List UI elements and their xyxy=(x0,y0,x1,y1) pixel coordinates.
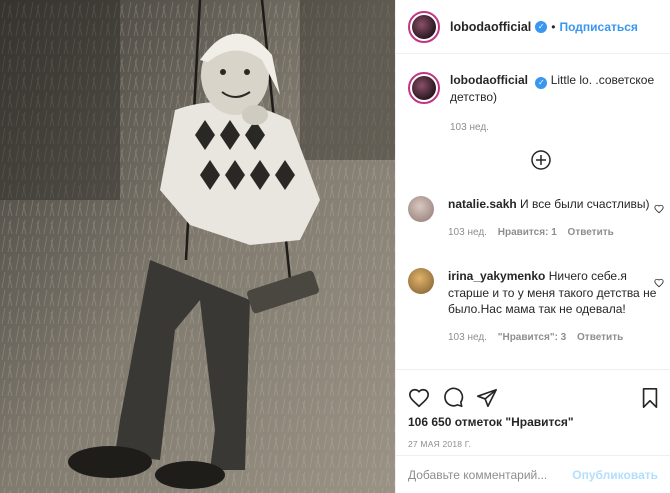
post-panel: lobodaofficial ✓ • Подписаться lobodaoff… xyxy=(395,0,670,493)
post-photo[interactable] xyxy=(0,0,395,493)
reply-button[interactable]: Ответить xyxy=(568,227,614,238)
comment-meta: 103 нед. "Нравится": 3 Ответить xyxy=(448,330,658,347)
post-caption: lobodaofficial ✓ Little lo. .советское д… xyxy=(396,54,670,136)
comment-meta: 103 нед. Нравится: 1 Ответить xyxy=(448,225,650,242)
verified-badge-icon: ✓ xyxy=(535,77,548,89)
comment-likes[interactable]: "Нравится": 3 xyxy=(498,332,567,343)
comment-icon[interactable] xyxy=(442,387,464,409)
author-username[interactable]: lobodaofficial xyxy=(450,20,531,34)
caption-body: lobodaofficial ✓ Little lo. .советское д… xyxy=(450,72,658,136)
comment-heart-icon[interactable] xyxy=(654,278,664,288)
post-photo-image xyxy=(0,0,395,493)
publish-button[interactable]: Опубликовать xyxy=(572,468,658,482)
caption-time[interactable]: 103 нед. xyxy=(450,120,658,136)
comment-heart-icon[interactable] xyxy=(654,204,664,214)
comment-item: irina_yakymenko Ничего себе.я старше и т… xyxy=(408,268,658,346)
comment-likes[interactable]: Нравится: 1 xyxy=(498,227,557,238)
instagram-post: lobodaofficial ✓ • Подписаться lobodaoff… xyxy=(0,0,670,493)
heart-icon[interactable] xyxy=(408,387,430,409)
comment-time[interactable]: 103 нед. xyxy=(448,227,487,238)
verified-badge-icon: ✓ xyxy=(535,20,548,33)
caption-username[interactable]: lobodaofficial xyxy=(450,73,528,87)
bookmark-icon[interactable] xyxy=(640,387,660,409)
reply-button[interactable]: Ответить xyxy=(577,332,623,343)
post-date: 27 МАЯ 2018 Г. xyxy=(408,439,472,449)
plus-circle-icon[interactable] xyxy=(531,150,551,170)
comment-body: natalie.sakh И все были счастливы) 103 н… xyxy=(448,196,650,241)
likes-count[interactable]: 106 650 отметок "Нравится" xyxy=(396,415,670,429)
add-comment-bar: Опубликовать xyxy=(396,455,670,493)
commenter-username[interactable]: irina_yakymenko xyxy=(448,269,545,283)
author-avatar[interactable] xyxy=(408,10,440,43)
comment-input[interactable] xyxy=(408,467,573,482)
caption-author-avatar[interactable] xyxy=(408,72,440,104)
comment-body: irina_yakymenko Ничего себе.я старше и т… xyxy=(448,268,658,346)
follow-button[interactable]: Подписаться xyxy=(559,20,637,34)
commenter-username[interactable]: natalie.sakh xyxy=(448,197,517,211)
commenter-avatar[interactable] xyxy=(408,196,434,222)
comment-time[interactable]: 103 нед. xyxy=(448,332,487,343)
separator-dot: • xyxy=(551,19,556,34)
commenter-avatar[interactable] xyxy=(408,268,434,294)
comment-text: И все были счастливы) xyxy=(520,197,650,211)
share-icon[interactable] xyxy=(476,387,498,409)
post-header: lobodaofficial ✓ • Подписаться xyxy=(396,0,670,54)
comment-item: natalie.sakh И все были счастливы) 103 н… xyxy=(408,196,658,241)
action-icons-row xyxy=(396,370,670,414)
